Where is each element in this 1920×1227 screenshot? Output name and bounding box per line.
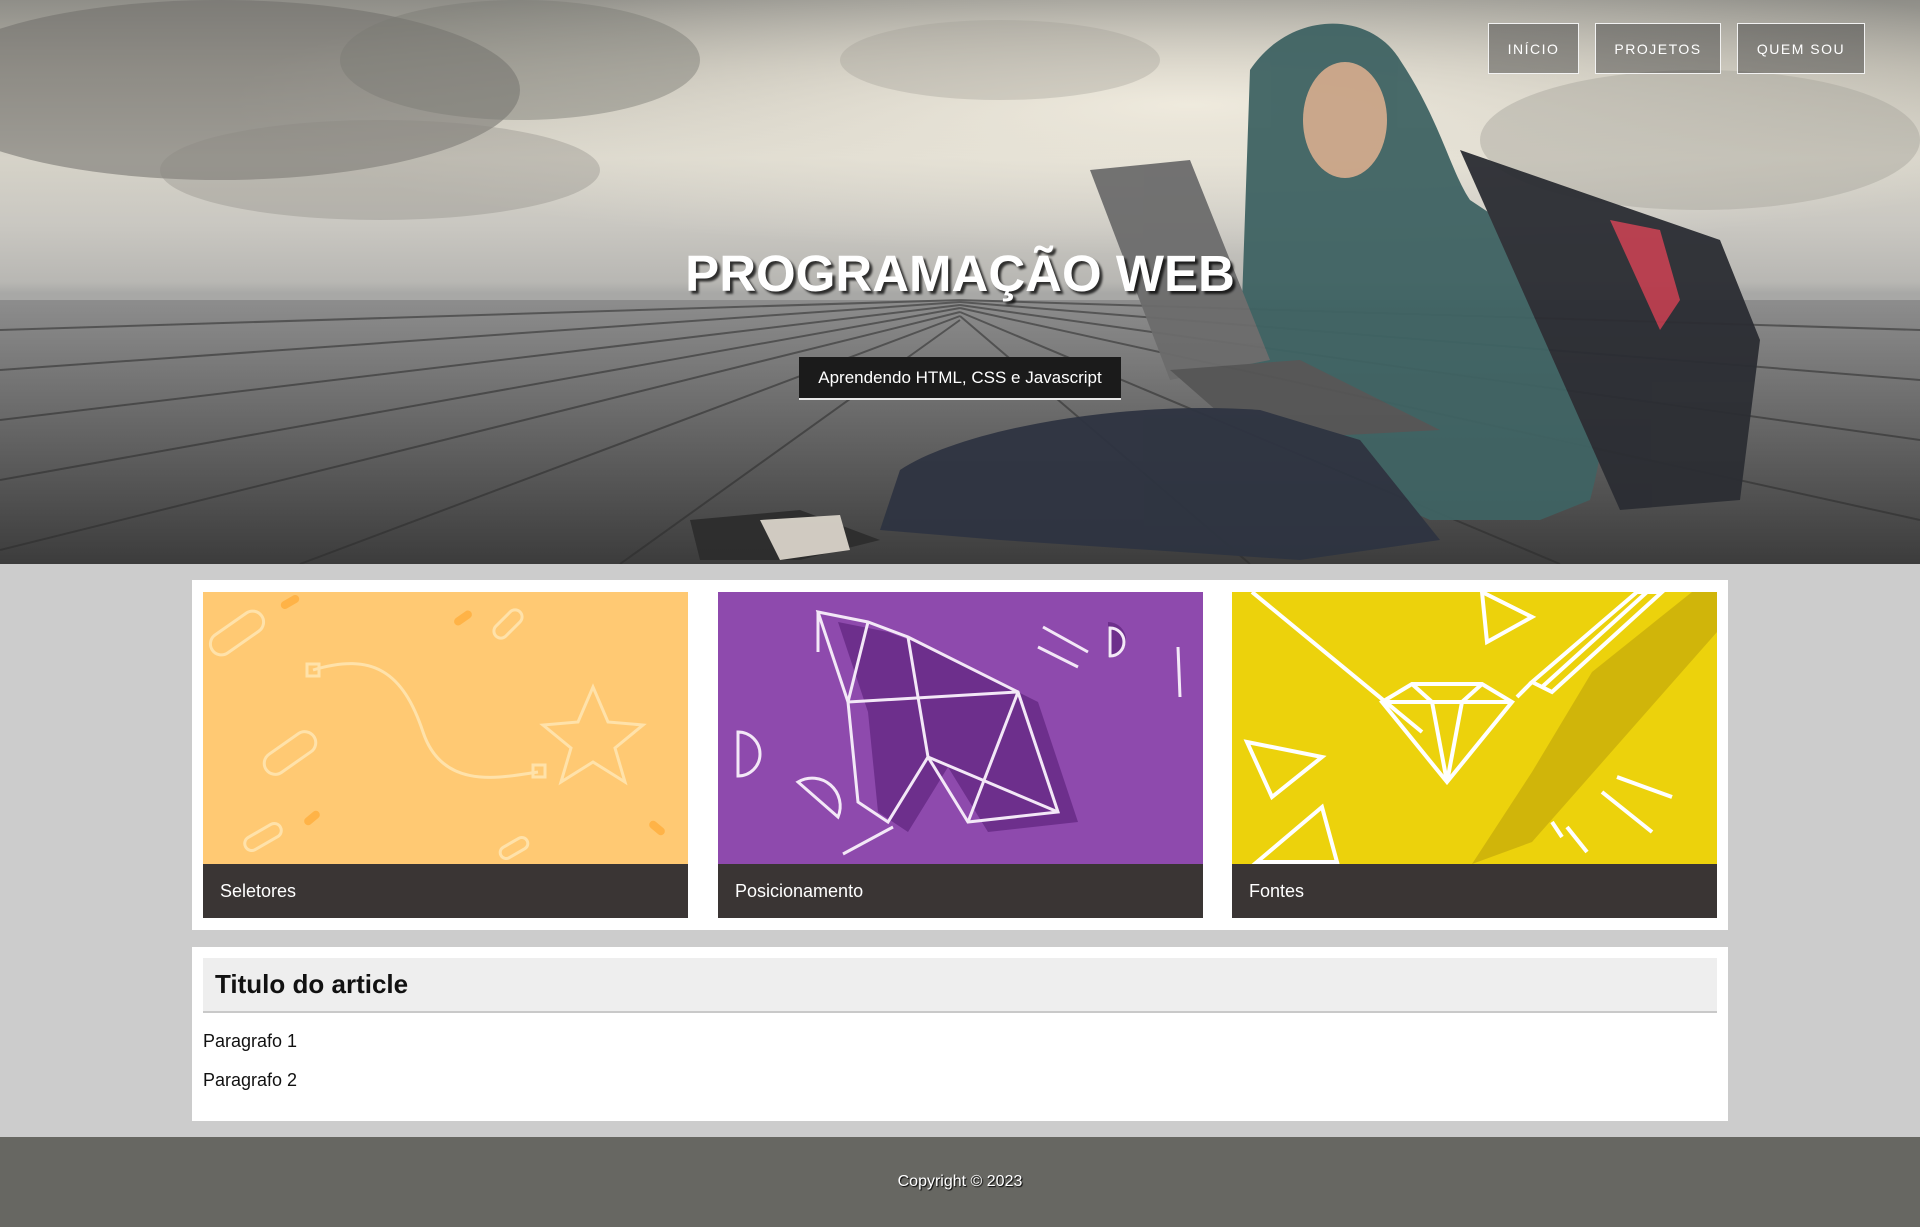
card-posicionamento[interactable]: Posicionamento [718, 592, 1203, 918]
card-seletores[interactable]: Seletores [203, 592, 688, 918]
card-caption: Fontes [1232, 864, 1717, 918]
article: Titulo do article Paragrafo 1 Paragrafo … [192, 947, 1728, 1121]
star-illustration-icon [203, 592, 688, 864]
topic-cards-section: Seletores Posicionamento Fontes [192, 580, 1728, 930]
card-caption: Posicionamento [718, 864, 1203, 918]
card-caption: Seletores [203, 864, 688, 918]
hero-banner: INÍCIO PROJETOS QUEM SOU PROGRAMAÇÃO WEB… [0, 0, 1920, 564]
main-nav: INÍCIO PROJETOS QUEM SOU [1488, 23, 1865, 74]
nav-link-quem-sou[interactable]: QUEM SOU [1737, 23, 1865, 74]
nav-link-inicio[interactable]: INÍCIO [1488, 23, 1579, 74]
article-title: Titulo do article [203, 958, 1717, 1013]
copyright-text: Copyright © 2023 [897, 1173, 1023, 1190]
hero-subtitle: Aprendendo HTML, CSS e Javascript [799, 357, 1121, 400]
origami-elephant-icon [718, 592, 1203, 864]
diamond-pencil-icon [1232, 592, 1717, 864]
footer: Copyright © 2023 [0, 1137, 1920, 1227]
nav-link-projetos[interactable]: PROJETOS [1595, 23, 1721, 74]
card-fontes[interactable]: Fontes [1232, 592, 1717, 918]
article-paragraph: Paragrafo 1 [203, 1031, 298, 1051]
article-paragraph: Paragrafo 2 [203, 1070, 298, 1090]
hero-title: PROGRAMAÇÃO WEB [685, 245, 1235, 302]
